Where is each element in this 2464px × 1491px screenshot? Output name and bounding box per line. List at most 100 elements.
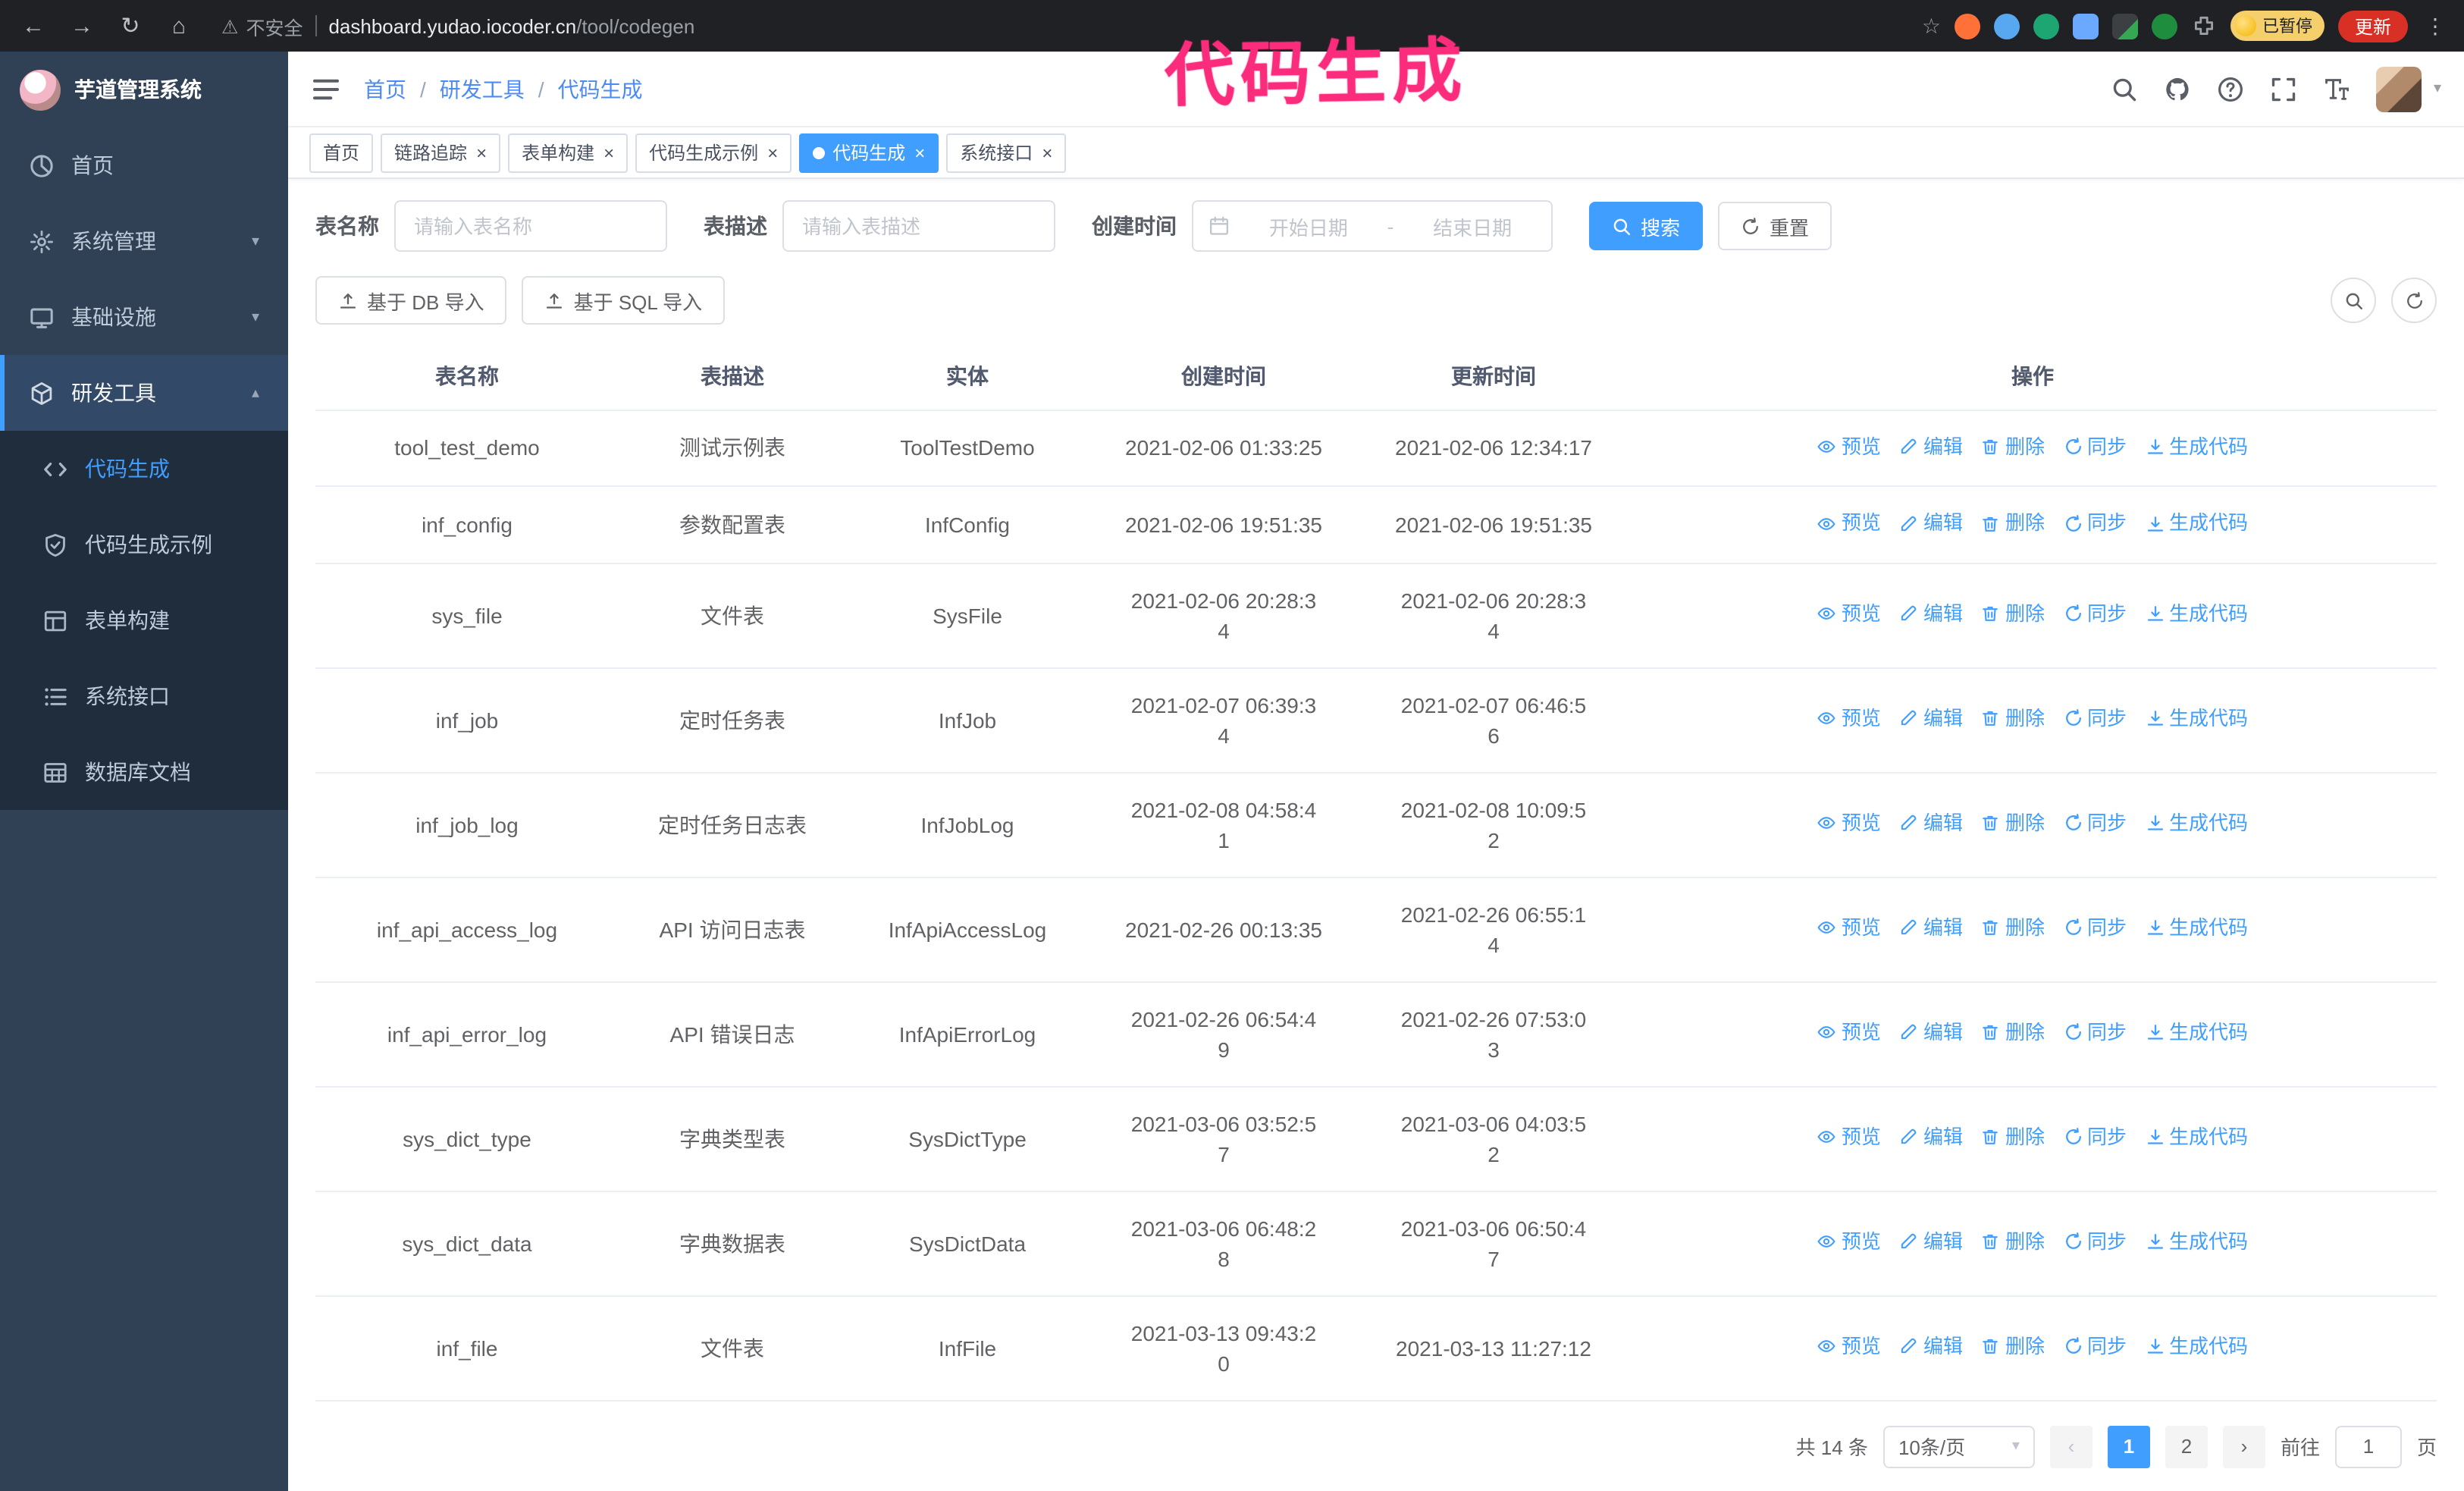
generate-code-link[interactable]: 生成代码 xyxy=(2145,1018,2248,1048)
font-size-icon[interactable] xyxy=(2323,75,2350,102)
forward-button[interactable]: → xyxy=(64,8,100,44)
delete-link[interactable]: 删除 xyxy=(1981,1332,2045,1362)
edit-link[interactable]: 编辑 xyxy=(1899,704,1963,734)
sidebar-item-form-builder[interactable]: 表单构建 xyxy=(0,582,288,658)
back-button[interactable]: ← xyxy=(15,8,52,44)
generate-code-link[interactable]: 生成代码 xyxy=(2145,599,2248,629)
edit-link[interactable]: 编辑 xyxy=(1899,508,1963,538)
sidebar-item-db-docs[interactable]: 数据库文档 xyxy=(0,734,288,810)
sidebar-item-codegen-example[interactable]: 代码生成示例 xyxy=(0,507,288,582)
preview-link[interactable]: 预览 xyxy=(1817,1018,1881,1048)
search-button[interactable]: 搜索 xyxy=(1589,202,1704,250)
sync-link[interactable]: 同步 xyxy=(2063,913,2127,943)
avatar-caret-down-icon[interactable]: ▾ xyxy=(2434,80,2441,97)
edit-link[interactable]: 编辑 xyxy=(1899,1332,1963,1362)
delete-link[interactable]: 删除 xyxy=(1981,1018,2045,1048)
generate-code-link[interactable]: 生成代码 xyxy=(2145,1227,2248,1257)
close-icon[interactable]: × xyxy=(767,143,778,162)
page-button-1[interactable]: 1 xyxy=(2107,1425,2150,1467)
not-secure-label[interactable]: ⚠ 不安全 xyxy=(221,11,303,40)
preview-link[interactable]: 预览 xyxy=(1817,913,1881,943)
sidebar-item-dev-tools[interactable]: 研发工具 ▴ xyxy=(0,355,288,431)
tab-codegen-example[interactable]: 代码生成示例 × xyxy=(635,133,792,172)
page-button-2[interactable]: 2 xyxy=(2165,1425,2208,1467)
search-icon[interactable] xyxy=(2111,75,2138,102)
tab-form-builder[interactable]: 表单构建 × xyxy=(508,133,629,172)
tab-home[interactable]: 首页 xyxy=(309,133,374,172)
close-icon[interactable]: × xyxy=(1042,143,1052,162)
sync-link[interactable]: 同步 xyxy=(2063,704,2127,734)
github-icon[interactable] xyxy=(2164,75,2191,102)
user-avatar[interactable] xyxy=(2375,66,2422,111)
delete-link[interactable]: 删除 xyxy=(1981,599,2045,629)
profile-paused-badge[interactable]: 已暂停 xyxy=(2230,11,2324,41)
help-icon[interactable] xyxy=(2217,75,2244,102)
table-name-input[interactable] xyxy=(394,200,667,252)
sidebar-item-system-api[interactable]: 系统接口 xyxy=(0,658,288,734)
generate-code-link[interactable]: 生成代码 xyxy=(2145,704,2248,734)
close-icon[interactable]: × xyxy=(914,143,925,162)
delete-link[interactable]: 删除 xyxy=(1981,432,2045,462)
extensions-puzzle-icon[interactable] xyxy=(2191,13,2217,39)
generate-code-link[interactable]: 生成代码 xyxy=(2145,913,2248,943)
preview-link[interactable]: 预览 xyxy=(1817,432,1881,462)
goto-page-input[interactable] xyxy=(2334,1425,2402,1467)
edit-link[interactable]: 编辑 xyxy=(1899,599,1963,629)
extension-icon[interactable] xyxy=(2033,13,2059,39)
browser-update-button[interactable]: 更新 xyxy=(2337,10,2408,42)
generate-code-link[interactable]: 生成代码 xyxy=(2145,508,2248,538)
delete-link[interactable]: 删除 xyxy=(1981,508,2045,538)
tab-tracing[interactable]: 链路追踪 × xyxy=(381,133,501,172)
edit-link[interactable]: 编辑 xyxy=(1899,1122,1963,1153)
generate-code-link[interactable]: 生成代码 xyxy=(2145,1332,2248,1362)
reload-button[interactable]: ↻ xyxy=(112,8,149,44)
generate-code-link[interactable]: 生成代码 xyxy=(2145,1122,2248,1153)
sync-link[interactable]: 同步 xyxy=(2063,1122,2127,1153)
preview-link[interactable]: 预览 xyxy=(1817,808,1881,839)
refresh-table-button[interactable] xyxy=(2391,278,2437,323)
close-icon[interactable]: × xyxy=(476,143,487,162)
sync-link[interactable]: 同步 xyxy=(2063,1227,2127,1257)
delete-link[interactable]: 删除 xyxy=(1981,704,2045,734)
breadcrumb-dev-tools[interactable]: 研发工具 xyxy=(440,74,525,104)
preview-link[interactable]: 预览 xyxy=(1817,1332,1881,1362)
delete-link[interactable]: 删除 xyxy=(1981,808,2045,839)
generate-code-link[interactable]: 生成代码 xyxy=(2145,808,2248,839)
close-icon[interactable]: × xyxy=(603,143,614,162)
extension-icon[interactable] xyxy=(1954,13,1980,39)
import-sql-button[interactable]: 基于 SQL 导入 xyxy=(522,276,726,325)
preview-link[interactable]: 预览 xyxy=(1817,599,1881,629)
edit-link[interactable]: 编辑 xyxy=(1899,808,1963,839)
delete-link[interactable]: 删除 xyxy=(1981,1122,2045,1153)
url-text[interactable]: dashboard.yudao.iocoder.cn/tool/codegen xyxy=(328,14,694,37)
import-db-button[interactable]: 基于 DB 导入 xyxy=(315,276,507,325)
home-button[interactable]: ⌂ xyxy=(161,8,197,44)
table-desc-input[interactable] xyxy=(782,200,1055,252)
tab-codegen[interactable]: 代码生成 × xyxy=(799,133,939,172)
extension-icon[interactable] xyxy=(2111,13,2138,39)
edit-link[interactable]: 编辑 xyxy=(1899,913,1963,943)
sync-link[interactable]: 同步 xyxy=(2063,432,2127,462)
address-bar[interactable]: ⚠ 不安全 dashboard.yudao.iocoder.cn/tool/co… xyxy=(209,11,1910,40)
sidebar-item-home[interactable]: 首页 xyxy=(0,127,288,203)
sync-link[interactable]: 同步 xyxy=(2063,1018,2127,1048)
hamburger-icon[interactable] xyxy=(311,74,341,104)
generate-code-link[interactable]: 生成代码 xyxy=(2145,432,2248,462)
sync-link[interactable]: 同步 xyxy=(2063,808,2127,839)
bookmark-star-icon[interactable]: ☆ xyxy=(1922,13,1941,39)
preview-link[interactable]: 预览 xyxy=(1817,508,1881,538)
sidebar-item-infrastructure[interactable]: 基础设施 ▾ xyxy=(0,279,288,355)
fullscreen-icon[interactable] xyxy=(2270,75,2297,102)
toggle-search-button[interactable] xyxy=(2331,278,2376,323)
sidebar-item-codegen[interactable]: 代码生成 xyxy=(0,431,288,507)
prev-page-button[interactable]: ‹ xyxy=(2049,1425,2093,1467)
delete-link[interactable]: 删除 xyxy=(1981,1227,2045,1257)
delete-link[interactable]: 删除 xyxy=(1981,913,2045,943)
edit-link[interactable]: 编辑 xyxy=(1899,1227,1963,1257)
tab-system-api[interactable]: 系统接口 × xyxy=(946,133,1067,172)
sync-link[interactable]: 同步 xyxy=(2063,599,2127,629)
page-size-select[interactable]: 10条/页 ▾ xyxy=(1882,1425,2035,1467)
preview-link[interactable]: 预览 xyxy=(1817,1227,1881,1257)
app-logo[interactable]: 芋道管理系统 xyxy=(0,52,288,127)
next-page-button[interactable]: › xyxy=(2222,1425,2265,1467)
